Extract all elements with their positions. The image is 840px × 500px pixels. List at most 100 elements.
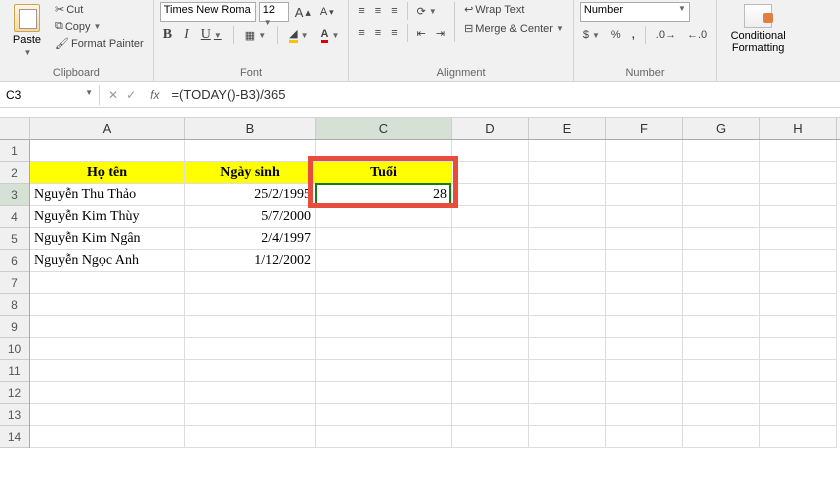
cell[interactable] — [760, 184, 837, 206]
cell[interactable] — [683, 228, 760, 250]
cell[interactable] — [529, 206, 606, 228]
cell[interactable] — [30, 140, 185, 162]
cell[interactable] — [529, 404, 606, 426]
column-header[interactable]: F — [606, 118, 683, 139]
cell[interactable] — [452, 140, 529, 162]
row-header[interactable]: 13 — [0, 404, 29, 426]
cell[interactable] — [606, 294, 683, 316]
cell[interactable] — [452, 338, 529, 360]
cell[interactable] — [316, 272, 452, 294]
conditional-formatting-button[interactable]: Conditional Formatting — [723, 2, 793, 54]
cell[interactable] — [683, 316, 760, 338]
align-left-button[interactable]: ≡ — [355, 26, 367, 40]
cell[interactable] — [452, 250, 529, 272]
cell[interactable] — [452, 228, 529, 250]
cell[interactable] — [30, 426, 185, 448]
merge-center-button[interactable]: ⊟Merge & Center▼ — [461, 21, 567, 36]
cell[interactable] — [30, 316, 185, 338]
cell[interactable] — [316, 140, 452, 162]
cell[interactable] — [316, 294, 452, 316]
accept-formula-button[interactable]: ✓ — [126, 88, 136, 102]
cell[interactable] — [185, 404, 316, 426]
cell[interactable] — [185, 140, 316, 162]
row-header[interactable]: 9 — [0, 316, 29, 338]
cut-button[interactable]: ✂Cut — [52, 2, 147, 17]
cell[interactable]: Nguyễn Kim Thùy — [30, 206, 185, 228]
cell[interactable]: Nguyễn Thu Thảo — [30, 184, 185, 206]
cell[interactable] — [185, 294, 316, 316]
cell[interactable] — [606, 338, 683, 360]
cell[interactable] — [185, 338, 316, 360]
column-header[interactable]: H — [760, 118, 837, 139]
row-header[interactable]: 6 — [0, 250, 29, 272]
decrease-font-button[interactable]: A▾ — [317, 5, 337, 19]
cell[interactable] — [529, 228, 606, 250]
row-header[interactable]: 5 — [0, 228, 29, 250]
cell[interactable] — [760, 206, 837, 228]
cell[interactable] — [606, 360, 683, 382]
cell[interactable] — [185, 316, 316, 338]
cell[interactable] — [529, 140, 606, 162]
cell[interactable] — [452, 206, 529, 228]
cell[interactable] — [316, 382, 452, 404]
row-header[interactable]: 14 — [0, 426, 29, 448]
cell[interactable] — [529, 250, 606, 272]
formula-input[interactable] — [165, 84, 840, 105]
cell[interactable] — [316, 404, 452, 426]
copy-button[interactable]: ⧉Copy▼ — [52, 19, 147, 34]
cell[interactable] — [760, 140, 837, 162]
cell[interactable] — [30, 272, 185, 294]
italic-button[interactable]: I — [181, 26, 192, 44]
cell[interactable] — [185, 272, 316, 294]
cell[interactable] — [529, 294, 606, 316]
row-header[interactable]: 12 — [0, 382, 29, 404]
cell[interactable] — [760, 360, 837, 382]
row-header[interactable]: 2 — [0, 162, 29, 184]
column-header[interactable]: B — [185, 118, 316, 139]
cell[interactable] — [606, 426, 683, 448]
cell[interactable] — [185, 426, 316, 448]
cell[interactable] — [316, 426, 452, 448]
row-header[interactable]: 11 — [0, 360, 29, 382]
cell[interactable] — [606, 250, 683, 272]
cell[interactable] — [30, 360, 185, 382]
bold-button[interactable]: B — [160, 26, 175, 44]
cell[interactable] — [452, 162, 529, 184]
cell[interactable] — [185, 382, 316, 404]
cell[interactable] — [683, 382, 760, 404]
decrease-decimal-button[interactable]: ←.0 — [684, 28, 710, 42]
cell[interactable] — [316, 360, 452, 382]
cell[interactable] — [683, 250, 760, 272]
cell[interactable] — [683, 338, 760, 360]
row-header[interactable]: 1 — [0, 140, 29, 162]
cell[interactable] — [316, 338, 452, 360]
cell[interactable] — [683, 426, 760, 448]
cell[interactable] — [683, 140, 760, 162]
cell[interactable] — [760, 382, 837, 404]
row-header[interactable]: 7 — [0, 272, 29, 294]
cell[interactable] — [30, 404, 185, 426]
cell[interactable] — [760, 162, 837, 184]
cell[interactable] — [452, 382, 529, 404]
cell[interactable]: 25/2/1995 — [185, 184, 316, 206]
number-format-select[interactable]: Number ▼ — [580, 2, 690, 22]
font-name-select[interactable]: Times New Roma ▼ — [160, 2, 256, 22]
cell[interactable] — [606, 206, 683, 228]
cell[interactable] — [683, 206, 760, 228]
cell[interactable] — [30, 294, 185, 316]
increase-decimal-button[interactable]: .0→ — [653, 28, 679, 42]
cell[interactable] — [606, 184, 683, 206]
cell[interactable] — [683, 272, 760, 294]
cell[interactable] — [760, 228, 837, 250]
cell[interactable]: 5/7/2000 — [185, 206, 316, 228]
align-right-button[interactable]: ≡ — [388, 26, 400, 40]
orientation-button[interactable]: ⟳▼ — [414, 4, 440, 19]
align-bottom-button[interactable]: ≡ — [388, 4, 400, 18]
cell[interactable]: Nguyễn Ngọc Anh — [30, 250, 185, 272]
cell[interactable] — [606, 382, 683, 404]
cell[interactable]: 1/12/2002 — [185, 250, 316, 272]
paste-button[interactable]: Paste ▼ — [6, 2, 48, 57]
cell[interactable] — [760, 294, 837, 316]
cell[interactable] — [30, 382, 185, 404]
cell[interactable] — [452, 404, 529, 426]
